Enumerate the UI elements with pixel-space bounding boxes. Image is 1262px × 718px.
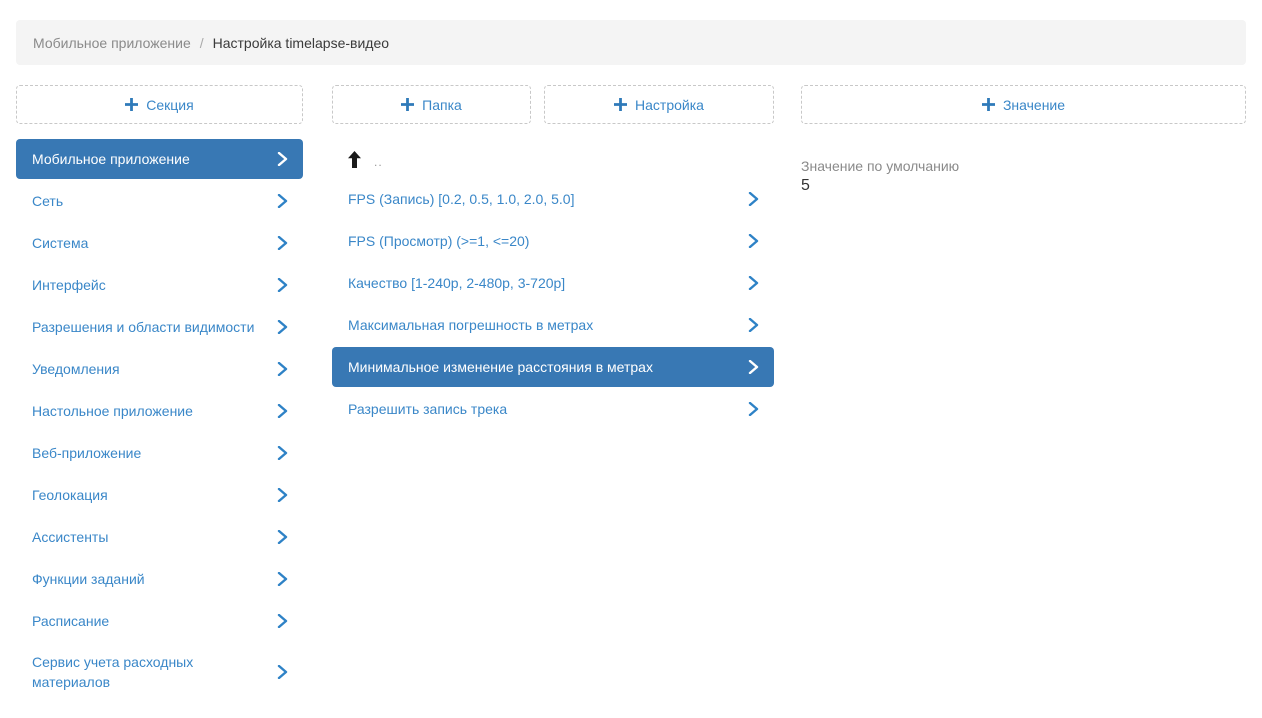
section-list-item[interactable]: Настольное приложение [16,391,303,431]
section-item-label: Функции заданий [32,569,145,589]
plus-icon [125,98,138,111]
sections-list: Мобильное приложение Сеть Система [16,139,303,701]
chevron-right-icon [277,278,288,292]
value-column: Значение Значение по умолчанию 5 [801,85,1246,703]
chevron-right-icon [277,572,288,586]
section-item-label: Сеть [32,191,63,211]
section-list-item[interactable]: Сеть [16,181,303,221]
section-item-label: Ассистенты [32,527,108,547]
setting-list-item[interactable]: FPS (Просмотр) (>=1, <=20) [332,221,774,261]
default-value-block: Значение по умолчанию 5 [801,157,1246,196]
chevron-right-icon [277,446,288,460]
up-arrow-icon [348,151,361,168]
plus-icon [401,98,414,111]
add-folder-button[interactable]: Папка [332,85,531,124]
chevron-right-icon [277,614,288,628]
sections-column: Секция Мобильное приложение Сеть [16,85,303,703]
section-item-label: Веб-приложение [32,443,141,463]
setting-item-label: FPS (Просмотр) (>=1, <=20) [348,231,529,251]
chevron-right-icon [748,402,759,416]
setting-item-label: Качество [1-240p, 2-480p, 3-720p] [348,273,565,293]
plus-icon [614,98,627,111]
breadcrumb-separator: / [200,35,204,51]
add-value-label: Значение [1003,97,1065,113]
section-list-item[interactable]: Геолокация [16,475,303,515]
chevron-right-icon [748,192,759,206]
plus-icon [982,98,995,111]
section-item-label: Разрешения и области видимости [32,317,254,337]
navigate-up-label: .. [374,155,383,169]
settings-list: FPS (Запись) [0.2, 0.5, 1.0, 2.0, 5.0] F… [332,179,774,429]
setting-item-label: FPS (Запись) [0.2, 0.5, 1.0, 2.0, 5.0] [348,189,574,209]
section-list-item[interactable]: Веб-приложение [16,433,303,473]
setting-item-label: Минимальное изменение расстояния в метра… [348,357,653,377]
chevron-right-icon [277,488,288,502]
chevron-right-icon [277,665,288,679]
add-value-button[interactable]: Значение [801,85,1246,124]
chevron-right-icon [277,362,288,376]
chevron-right-icon [748,234,759,248]
setting-list-item[interactable]: Минимальное изменение расстояния в метра… [332,347,774,387]
setting-list-item[interactable]: FPS (Запись) [0.2, 0.5, 1.0, 2.0, 5.0] [332,179,774,219]
setting-item-label: Разрешить запись трека [348,399,507,419]
add-section-button[interactable]: Секция [16,85,303,124]
section-list-item[interactable]: Мобильное приложение [16,139,303,179]
chevron-right-icon [277,530,288,544]
section-list-item[interactable]: Разрешения и области видимости [16,307,303,347]
section-list-item[interactable]: Функции заданий [16,559,303,599]
section-list-item[interactable]: Сервис учета расходных материалов [16,643,303,701]
add-setting-button[interactable]: Настройка [544,85,774,124]
breadcrumb: Мобильное приложение / Настройка timelap… [16,20,1246,65]
content-columns: Секция Мобильное приложение Сеть [16,85,1246,703]
section-list-item[interactable]: Расписание [16,601,303,641]
section-list-item[interactable]: Система [16,223,303,263]
add-setting-label: Настройка [635,97,704,113]
section-list-item[interactable]: Уведомления [16,349,303,389]
default-value-label: Значение по умолчанию [801,157,1246,175]
section-list-item[interactable]: Интерфейс [16,265,303,305]
section-item-label: Настольное приложение [32,401,193,421]
settings-column: Папка Настройка .. FPS (Запись) [ [332,85,774,703]
chevron-right-icon [277,320,288,334]
section-item-label: Мобильное приложение [32,149,190,169]
chevron-right-icon [748,360,759,374]
add-folder-label: Папка [422,97,462,113]
chevron-right-icon [277,152,288,166]
chevron-right-icon [748,318,759,332]
section-item-label: Уведомления [32,359,120,379]
setting-list-item[interactable]: Максимальная погрешность в метрах [332,305,774,345]
section-list-item[interactable]: Ассистенты [16,517,303,557]
chevron-right-icon [277,194,288,208]
setting-item-label: Максимальная погрешность в метрах [348,315,593,335]
chevron-right-icon [277,236,288,250]
add-section-label: Секция [146,97,193,113]
settings-page: Мобильное приложение / Настройка timelap… [0,0,1262,718]
breadcrumb-parent-link[interactable]: Мобильное приложение [33,35,191,51]
navigate-up-row[interactable]: .. [332,139,774,179]
settings-toolbar: Папка Настройка [332,85,774,124]
breadcrumb-current: Настройка timelapse-видео [213,35,389,51]
section-item-label: Сервис учета расходных материалов [32,652,267,692]
default-value-text: 5 [801,176,1246,196]
section-item-label: Система [32,233,88,253]
section-item-label: Интерфейс [32,275,106,295]
chevron-right-icon [748,276,759,290]
section-item-label: Геолокация [32,485,108,505]
setting-list-item[interactable]: Качество [1-240p, 2-480p, 3-720p] [332,263,774,303]
chevron-right-icon [277,404,288,418]
setting-list-item[interactable]: Разрешить запись трека [332,389,774,429]
section-item-label: Расписание [32,611,109,631]
